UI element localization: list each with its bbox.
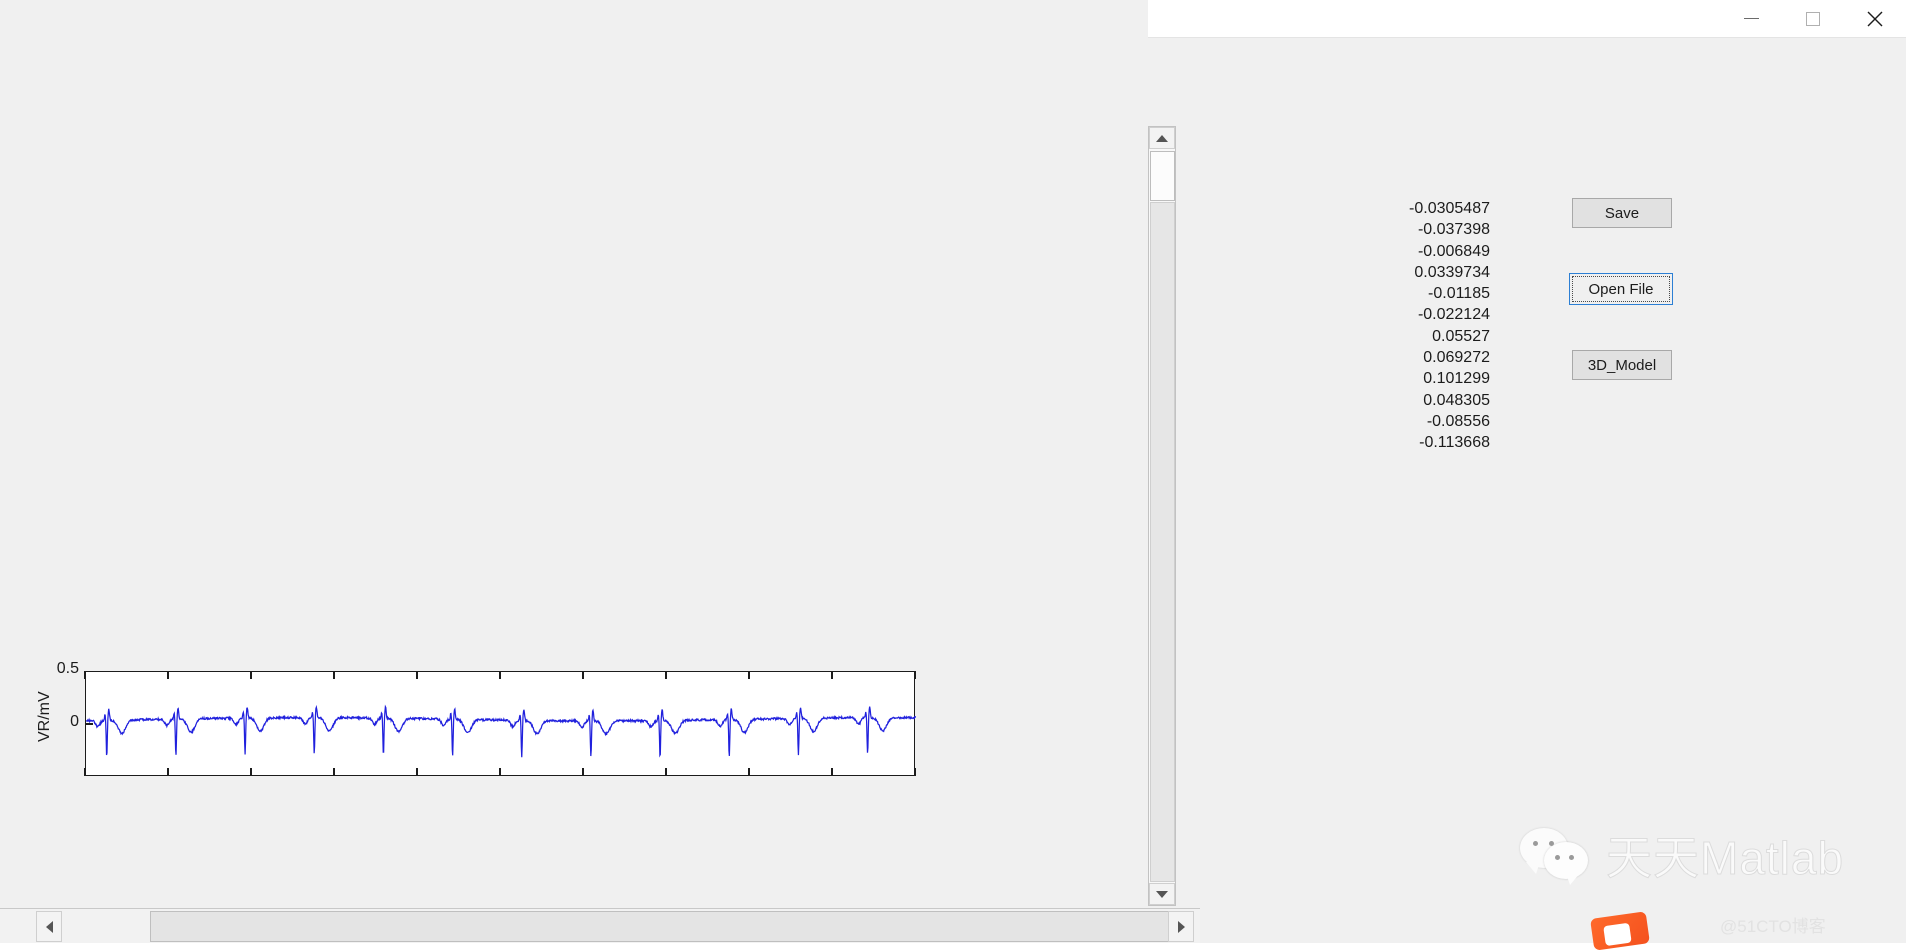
open-file-label: Open File [1572,276,1670,302]
open-com-label: Open COM [16,99,92,117]
ecg-trace-lead-I [86,187,916,262]
vertical-scrollbar-thumb[interactable] [1150,151,1175,201]
sample-value: -0.006849 [1417,242,1490,260]
scroll-down-arrow-button[interactable] [1149,883,1175,905]
configuration-label: Configuration [541,100,631,117]
signal-source-value: Exernal Signal [409,100,494,117]
3d-model-label: 3D_Model [1587,356,1657,374]
open-file-button[interactable]: Open File [1569,273,1673,305]
com-status-text: COM closed [243,97,330,114]
chevron-down-icon[interactable] [201,95,227,121]
sample-value: -0.0305487 [1409,200,1490,217]
sample-value: -0.01185 [1428,285,1490,303]
plot-area-lead-VR[interactable] [85,671,916,776]
horizontal-scrollbar-thumb[interactable] [150,911,1190,942]
title-bar: GUI_ECG [0,0,1906,38]
ecg-trace-lead-II [86,345,916,463]
wechat-icon [1520,826,1592,885]
horizontal-scrollbar[interactable] [0,908,1200,943]
watermark: 天天Matlab [1520,822,1844,888]
window-title: GUI_ECG [48,7,135,28]
plot-area-lead-I[interactable] [85,180,916,303]
vertical-scrollbar-track[interactable] [1150,202,1175,882]
toolbar: 5 Open COM COM1 COM closed Exernal Signa… [0,38,1906,124]
plot-area-lead-III[interactable] [85,503,916,630]
3d-model-button[interactable]: 3D_Model [1572,350,1672,380]
sample-value-list: -0.0305487 -0.037398 -0.006849 0.0339734 -0.… [1330,198,1490,454]
orange-app-icon [1590,911,1650,951]
sample-value: 0.0339734 [1414,263,1490,281]
chevron-up-icon [1156,134,1168,142]
signal-source-select[interactable]: Exernal Signal [402,95,521,122]
sample-value: -0.037398 [1417,221,1490,239]
save-label: Save [1604,204,1640,222]
save-button[interactable]: Save [1572,198,1672,228]
minimize-icon [1743,17,1759,20]
com-port-select[interactable]: COM1 [110,94,228,122]
sample-value: 0.05527 [1432,327,1490,345]
start-button[interactable]: Start [655,93,745,121]
minimize-button[interactable] [1720,0,1782,37]
maximize-icon [1806,11,1820,26]
chevron-right-icon [1177,920,1185,933]
watermark-credit: @51CTO博客 [1720,917,1826,936]
scroll-right-arrow-button[interactable] [1168,911,1194,942]
com-port-value: COM1 [117,99,161,117]
close-button[interactable] [1844,0,1906,37]
sample-value: -0.113668 [1419,434,1490,452]
filter-label: Filter [797,98,832,116]
sample-value: 0.101299 [1423,370,1490,388]
plot-area-lead-II[interactable] [85,344,916,463]
badge-label: 5 [0,88,8,105]
open-com-button[interactable]: Open COM [8,95,100,121]
maximize-button[interactable] [1782,0,1844,37]
sample-value: -0.022124 [1417,306,1490,324]
close-icon [1867,11,1883,26]
matlab-icon [14,7,38,31]
scroll-left-arrow-button[interactable] [36,911,62,942]
panel-border-right [88,128,1148,129]
chevron-down-icon [1156,890,1168,898]
panel-title: Panel [40,119,87,136]
start-label: Start [684,98,716,116]
vertical-scrollbar[interactable] [1148,126,1176,906]
application-window: GUI_ECG 5 Open COM COM1 COM closed Exern… [0,0,1906,951]
scroll-up-arrow-button[interactable] [1149,127,1175,149]
sample-value: 0.048305 [1423,391,1490,409]
configuration-button[interactable]: Configuration [541,96,631,121]
filter-button[interactable]: Filter [766,93,863,121]
sample-value: -0.08556 [1426,412,1490,430]
watermark-text: 天天Matlab [1605,832,1845,885]
panel-border-left [20,128,36,129]
chevron-left-icon [45,920,53,933]
ecg-trace-lead-VR [86,704,916,758]
ecg-trace-lead-III [86,540,916,607]
chevron-down-icon[interactable] [494,96,520,121]
sample-value: 0.069272 [1423,349,1490,367]
